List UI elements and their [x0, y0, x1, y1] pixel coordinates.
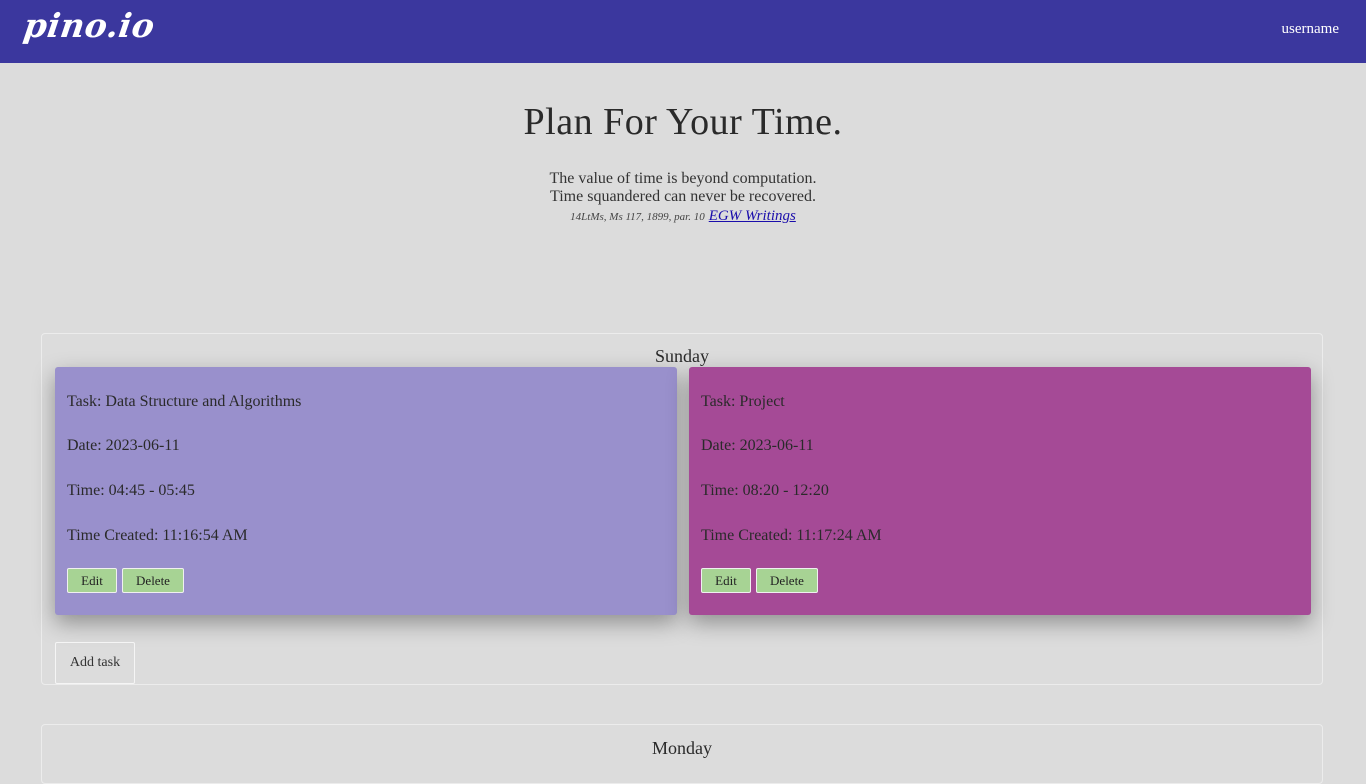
brand-logo[interactable]: pino.io: [21, 6, 157, 45]
task-card: Task: Data Structure and Algorithms Date…: [55, 367, 677, 615]
egw-writings-link[interactable]: EGW Writings: [709, 208, 796, 224]
username-link[interactable]: username: [1282, 21, 1339, 38]
day-panel-sunday: Sunday Task: Data Structure and Algorith…: [41, 333, 1323, 685]
task-time: Time: 04:45 - 05:45: [67, 482, 195, 499]
top-navbar: pino.io username: [0, 0, 1366, 63]
day-title-sunday: Sunday: [655, 346, 709, 366]
delete-task-button[interactable]: Delete: [756, 568, 818, 593]
quote-block: The value of time is beyond computation.…: [0, 170, 1366, 226]
quote-citation: 14LtMs, Ms 117, 1899, par. 10: [570, 211, 705, 223]
task-created: Time Created: 11:16:54 AM: [67, 527, 248, 544]
task-date: Date: 2023-06-11: [67, 437, 180, 454]
task-card: Task: Project Date: 2023-06-11 Time: 08:…: [689, 367, 1311, 615]
citation-row: 14LtMs, Ms 117, 1899, par. 10 EGW Writing…: [0, 207, 1366, 226]
day-title-monday: Monday: [652, 738, 712, 758]
task-name: Task: Data Structure and Algorithms: [67, 393, 302, 410]
edit-task-button[interactable]: Edit: [67, 568, 117, 593]
page-title: Plan For Your Time.: [523, 101, 843, 143]
task-created: Time Created: 11:17:24 AM: [701, 527, 882, 544]
task-name: Task: Project: [701, 393, 785, 410]
delete-task-button[interactable]: Delete: [122, 568, 184, 593]
add-task-button[interactable]: Add task: [55, 642, 135, 684]
edit-task-button[interactable]: Edit: [701, 568, 751, 593]
day-panel-monday: Monday: [41, 724, 1323, 784]
quote-line-2: Time squandered can never be recovered.: [550, 188, 816, 205]
task-time: Time: 08:20 - 12:20: [701, 482, 829, 499]
quote-line-1: The value of time is beyond computation.: [549, 170, 817, 187]
task-date: Date: 2023-06-11: [701, 437, 814, 454]
